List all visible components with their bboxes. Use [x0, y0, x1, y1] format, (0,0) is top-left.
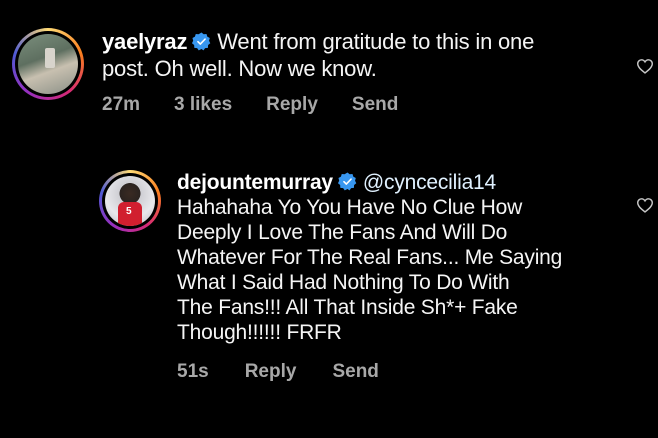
reply-body: dejountemurray @cyncecilia14 Hahahaha Yo …: [177, 170, 619, 383]
timestamp: 27m: [102, 94, 141, 115]
send-button[interactable]: Send: [352, 94, 398, 116]
reply-text-line-5: What I Said Had Nothing To Do With: [177, 271, 510, 294]
avatar-gap: [15, 31, 81, 97]
likes-count[interactable]: 3 likes: [174, 94, 232, 116]
comment-body: yaelyraz Went from gratitude to this in o…: [102, 28, 612, 116]
avatar-jersey-number: 5: [126, 206, 132, 217]
reply-text-line-6: The Fans!!! All That Inside Sh*+ Fake: [177, 296, 518, 319]
username[interactable]: yaelyraz: [102, 29, 187, 54]
reply-text-line-2: Hahahaha Yo You Have No Clue How: [177, 196, 523, 219]
reply-text-line-4: Whatever For The Real Fans... Me Saying: [177, 246, 563, 269]
comment-text-line-1: yaelyraz Went from gratitude to this in o…: [102, 28, 612, 55]
avatar-story-ring[interactable]: [12, 28, 84, 100]
mention-link[interactable]: @cyncecilia14: [363, 171, 496, 194]
avatar-gap: 5: [102, 173, 158, 229]
comment-meta: 27m 3 likes Reply Send: [102, 94, 612, 116]
heart-outline-icon[interactable]: [636, 58, 654, 74]
send-button[interactable]: Send: [332, 361, 378, 383]
username[interactable]: dejountemurray: [177, 171, 333, 194]
reply-dejountemurray: 5 dejountemurray @cyncecilia14 Hahahaha Y…: [99, 170, 619, 383]
reply-text-line-1: dejountemurray @cyncecilia14: [177, 170, 619, 195]
avatar-phone-shape: [45, 48, 55, 68]
reply-button[interactable]: Reply: [245, 361, 297, 383]
comment-text: Went from gratitude to this in one: [217, 29, 535, 54]
reply-meta: 51s Reply Send: [177, 361, 619, 383]
reply-button[interactable]: Reply: [266, 94, 318, 116]
comment-text-line-2: post. Oh well. Now we know.: [102, 56, 377, 81]
reply-text-line-7: Though!!!!!! FRFR: [177, 321, 342, 344]
timestamp: 51s: [177, 361, 209, 382]
avatar-story-ring[interactable]: 5: [99, 170, 161, 232]
comment-yaelyraz: yaelyraz Went from gratitude to this in o…: [12, 28, 612, 116]
avatar: [18, 34, 78, 94]
reply-text-line-3: Deeply I Love The Fans And Will Do: [177, 221, 508, 244]
verified-badge-icon: [337, 172, 357, 191]
avatar: 5: [105, 176, 155, 226]
heart-outline-icon[interactable]: [636, 197, 654, 213]
verified-badge-icon: [192, 32, 211, 51]
